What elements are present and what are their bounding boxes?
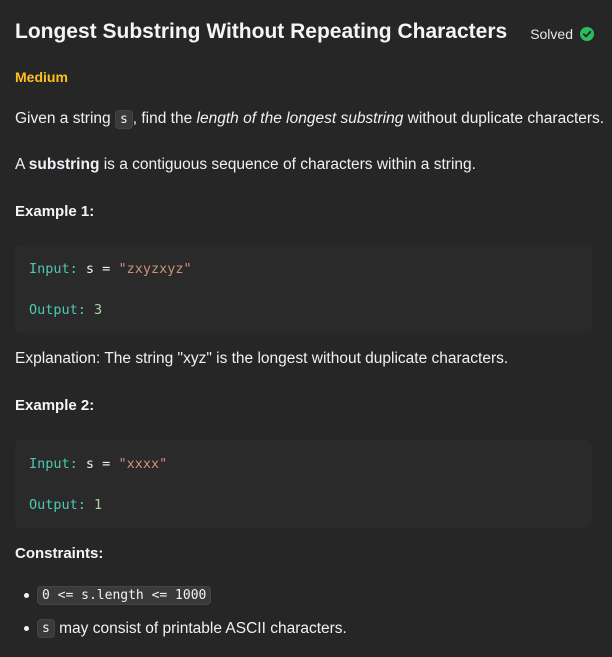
example-1-input-line: Input: s = "zxyzxyz" — [29, 261, 192, 277]
input-value: "zxyzxyz" — [118, 261, 192, 277]
problem-statement: Given a string s, find the length of the… — [15, 108, 604, 131]
constraint-item: s may consist of printable ASCII charact… — [0, 619, 347, 638]
output-label: Output: — [29, 302, 86, 318]
output-value: 3 — [94, 302, 103, 318]
solved-status: Solved — [530, 26, 594, 42]
example-1-codeblock: Input: s = "zxyzxyz" Output: 3 — [15, 245, 592, 333]
definition-suffix: is a contiguous sequence of characters w… — [99, 156, 476, 173]
statement-variable: s — [114, 110, 133, 129]
constraint-code: s — [37, 619, 55, 638]
check-circle-icon — [580, 27, 594, 41]
input-expression: s = — [85, 261, 111, 277]
statement-mid: , find the — [132, 110, 197, 127]
constraint-item: 0 <= s.length <= 1000 — [0, 586, 212, 605]
statement-suffix: without duplicate characters. — [403, 110, 605, 127]
example-1-output-line: Output: 3 — [29, 302, 102, 318]
definition-prefix: A — [15, 156, 29, 173]
bullet-dot-icon — [24, 626, 29, 631]
problem-description-panel: Longest Substring Without Repeating Char… — [0, 0, 612, 657]
output-value: 1 — [94, 497, 103, 513]
difficulty-badge: Medium — [15, 69, 68, 85]
constraint-text: may consist of printable ASCII character… — [54, 619, 347, 637]
definition-bold: substring — [28, 156, 100, 173]
constraints-heading: Constraints: — [15, 545, 104, 562]
solved-label: Solved — [530, 26, 573, 42]
example-1-heading: Example 1: — [15, 203, 95, 220]
input-label: Input: — [29, 456, 78, 472]
statement-emphasis: length of the longest substring — [196, 110, 404, 127]
problem-title: Longest Substring Without Repeating Char… — [15, 20, 508, 43]
bullet-dot-icon — [24, 593, 29, 598]
input-value: "xxxx" — [118, 456, 168, 472]
example-2-heading: Example 2: — [15, 397, 95, 414]
example-2-codeblock: Input: s = "xxxx" Output: 1 — [15, 440, 592, 528]
example-1-explanation: Explanation: The string "xyz" is the lon… — [15, 350, 509, 367]
constraint-code: 0 <= s.length <= 1000 — [37, 586, 212, 605]
statement-prefix: Given a string — [15, 110, 115, 127]
example-2-input-line: Input: s = "xxxx" — [29, 456, 167, 472]
example-2-output-line: Output: 1 — [29, 497, 102, 513]
input-label: Input: — [29, 261, 78, 277]
substring-definition: A substring is a contiguous sequence of … — [15, 154, 476, 176]
input-expression: s = — [85, 456, 111, 472]
output-label: Output: — [29, 497, 86, 513]
